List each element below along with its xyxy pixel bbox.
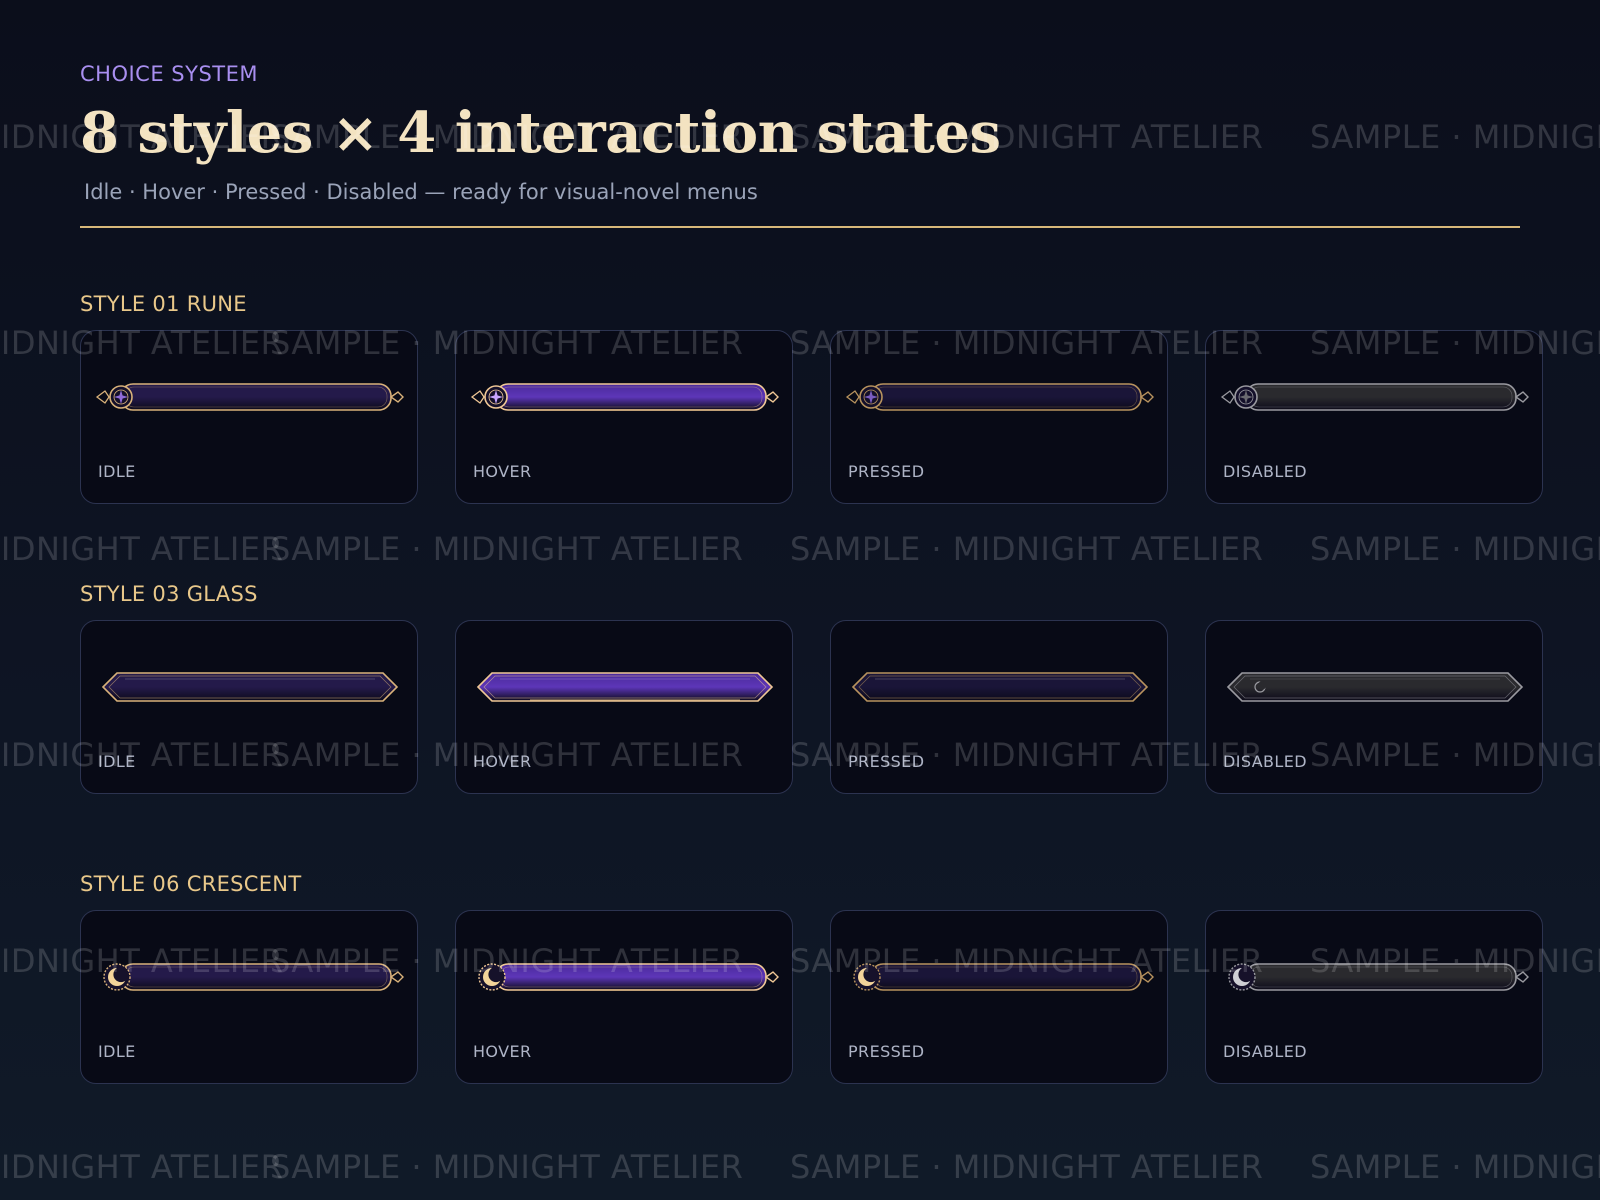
watermark-row: SAMPLE · MIDNIGHT ATELIERSAMPLE · MIDNIG…: [0, 1148, 1600, 1188]
state-card-pressed[interactable]: PRESSED: [830, 330, 1168, 504]
state-label: HOVER: [473, 752, 532, 771]
state-card-idle[interactable]: IDLE: [80, 330, 418, 504]
watermark-row: SAMPLE · MIDNIGHT ATELIERSAMPLE · MIDNIG…: [0, 530, 1600, 570]
watermark-text: SAMPLE · MIDNIGHT ATELIER: [790, 1148, 1264, 1186]
eyebrow-label: CHOICE SYSTEM: [80, 62, 258, 86]
choice-button-preview: [101, 672, 399, 702]
state-card-idle[interactable]: IDLE: [80, 620, 418, 794]
choice-button-preview: [478, 963, 779, 991]
watermark-text: SAMPLE · MIDNIGHT ATELIER: [790, 530, 1264, 568]
choice-button-preview: [1220, 383, 1529, 411]
state-label: DISABLED: [1223, 1042, 1307, 1061]
page-title: 8 styles × 4 interaction states: [80, 100, 1001, 166]
choice-button-preview: [470, 383, 779, 411]
watermark-text: SAMPLE · MIDNIGHT ATELIER: [1310, 530, 1600, 568]
state-label: IDLE: [98, 1042, 136, 1061]
choice-button-preview: [853, 963, 1154, 991]
watermark-text: SAMPLE · MIDNIGHT ATELIER: [0, 1148, 284, 1186]
choice-button-preview: [845, 383, 1154, 411]
state-card-disabled[interactable]: DISABLED: [1205, 910, 1543, 1084]
state-label: HOVER: [473, 1042, 532, 1061]
state-label: DISABLED: [1223, 752, 1307, 771]
state-label: PRESSED: [848, 1042, 925, 1061]
state-label: HOVER: [473, 462, 532, 481]
state-card-row: IDLE HOVER PRESSED DISABLED: [80, 910, 1550, 1086]
state-card-hover[interactable]: HOVER: [455, 910, 793, 1084]
state-card-pressed[interactable]: PRESSED: [830, 620, 1168, 794]
choice-button-preview: [1228, 963, 1529, 991]
state-card-row: IDLE HOVER PRESSED DISABLED: [80, 330, 1550, 506]
page-header: CHOICE SYSTEM 8 styles × 4 interaction s…: [80, 62, 1520, 204]
state-card-pressed[interactable]: PRESSED: [830, 910, 1168, 1084]
state-card-disabled[interactable]: DISABLED: [1205, 330, 1543, 504]
choice-button-preview: [1226, 672, 1524, 702]
page-subtitle: Idle · Hover · Pressed · Disabled — read…: [84, 180, 758, 204]
state-label: IDLE: [98, 752, 136, 771]
state-label: PRESSED: [848, 752, 925, 771]
choice-button-preview: [476, 672, 774, 702]
state-card-hover[interactable]: HOVER: [455, 620, 793, 794]
state-label: PRESSED: [848, 462, 925, 481]
state-label: IDLE: [98, 462, 136, 481]
state-label: DISABLED: [1223, 462, 1307, 481]
state-card-idle[interactable]: IDLE: [80, 910, 418, 1084]
section-label: STYLE 01 RUNE: [80, 292, 247, 316]
state-card-disabled[interactable]: DISABLED: [1205, 620, 1543, 794]
section-rune: STYLE 01 RUNE IDLE HOVER PRESSED DISABLE…: [80, 292, 1550, 504]
choice-button-preview: [103, 963, 404, 991]
choice-button-preview: [95, 383, 404, 411]
section-crescent: STYLE 06 CRESCENT IDLE HOVER PRESSED DIS…: [80, 872, 1550, 1084]
state-card-row: IDLE HOVER PRESSED DISABLED: [80, 620, 1550, 796]
section-glass: STYLE 03 GLASS IDLE HOVER PRESSED DISABL…: [80, 582, 1550, 794]
watermark-text: SAMPLE · MIDNIGHT ATELIER: [270, 1148, 744, 1186]
choice-button-preview: [851, 672, 1149, 702]
header-divider: [80, 226, 1520, 228]
section-label: STYLE 06 CRESCENT: [80, 872, 302, 896]
watermark-text: SAMPLE · MIDNIGHT ATELIER: [1310, 1148, 1600, 1186]
watermark-text: SAMPLE · MIDNIGHT ATELIER: [0, 530, 284, 568]
state-card-hover[interactable]: HOVER: [455, 330, 793, 504]
section-label: STYLE 03 GLASS: [80, 582, 258, 606]
watermark-text: SAMPLE · MIDNIGHT ATELIER: [270, 530, 744, 568]
